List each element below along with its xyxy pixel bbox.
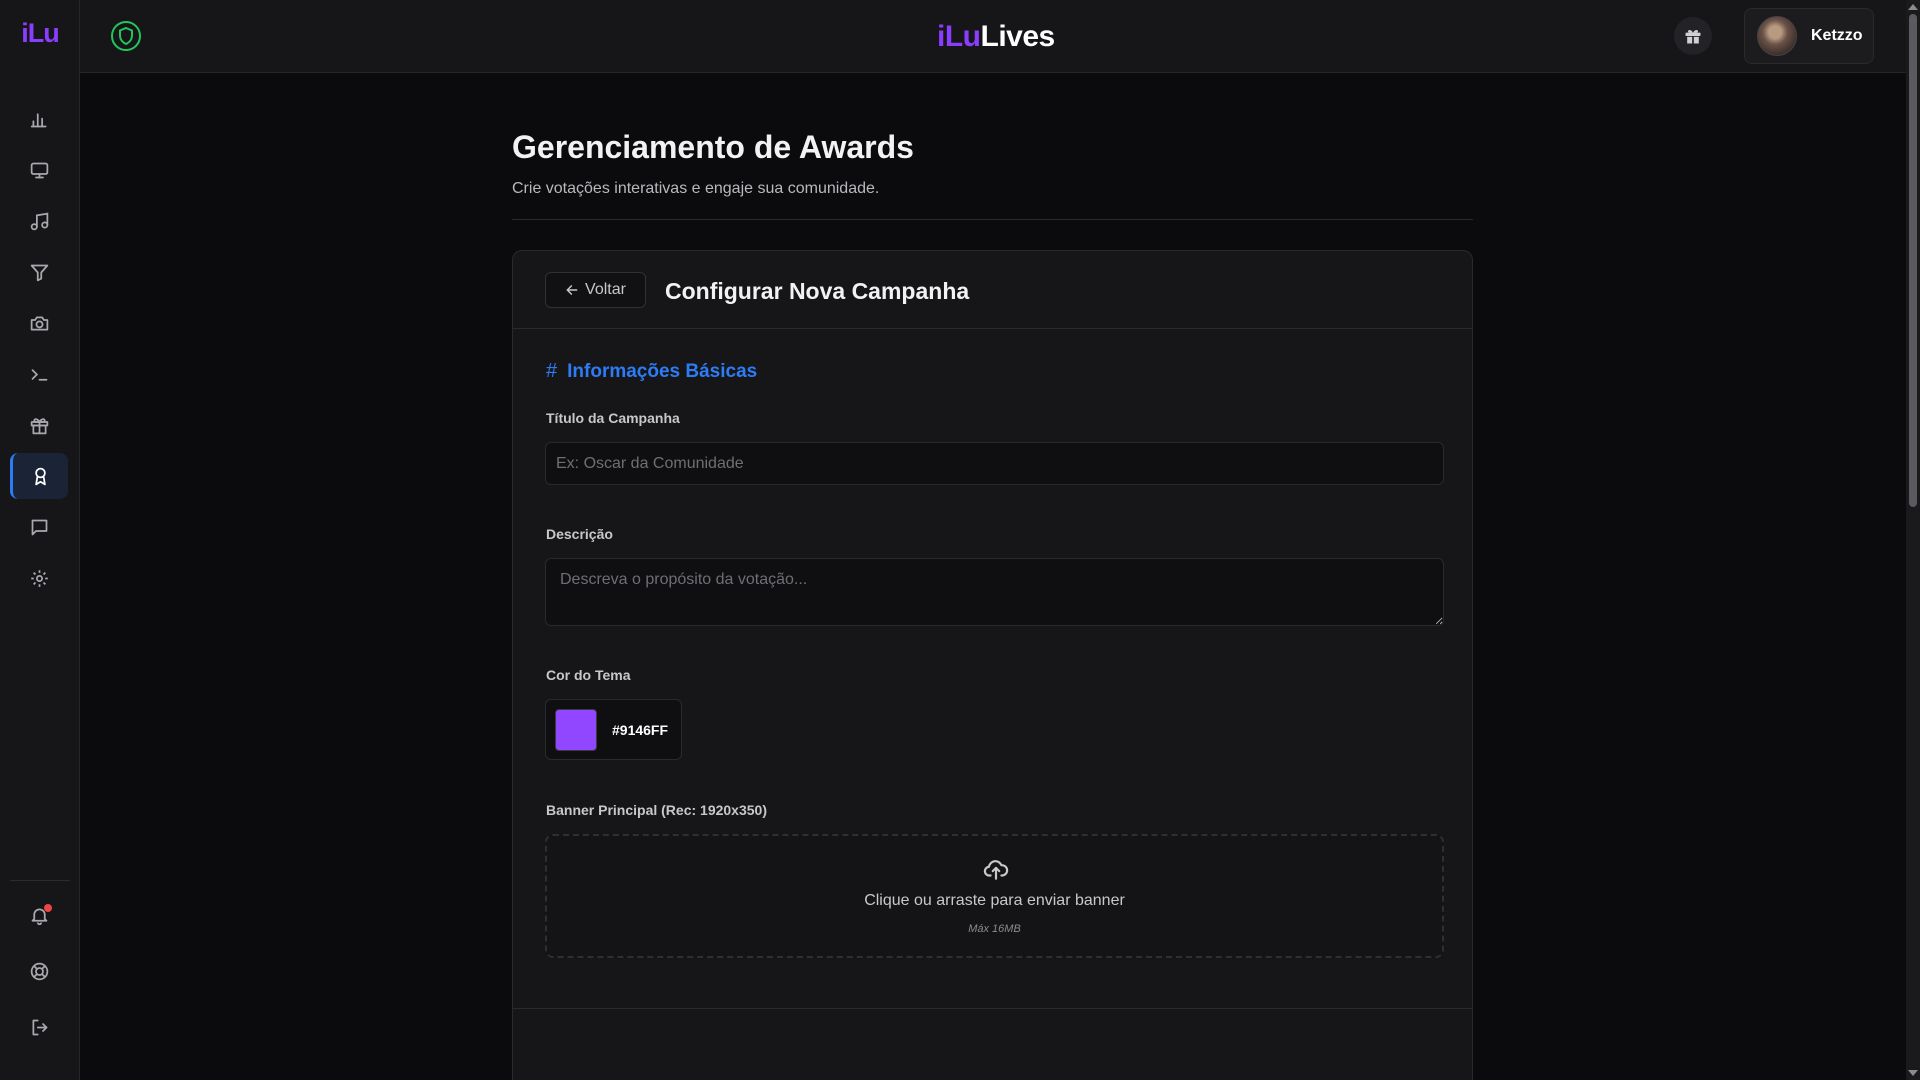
campaign-title-input[interactable]	[545, 442, 1444, 485]
theme-color-label: Cor do Tema	[546, 667, 631, 683]
sidebar-item-settings[interactable]	[10, 555, 68, 601]
sidebar-logo[interactable]: iLu	[0, 18, 80, 49]
sidebar-item-chat[interactable]	[10, 504, 68, 550]
sidebar-item-filters[interactable]	[10, 249, 68, 295]
bar-chart-icon	[30, 112, 46, 127]
sidebar-item-commands[interactable]	[10, 351, 68, 397]
card-footer-divider	[513, 1008, 1472, 1009]
award-icon	[35, 467, 46, 485]
sidebar-item-gifts[interactable]	[10, 402, 68, 448]
brand-logo-part1: iLu	[937, 20, 981, 53]
message-icon	[31, 519, 47, 535]
settings-icon	[30, 569, 48, 587]
sidebar-item-camera[interactable]	[10, 300, 68, 346]
sidebar-divider	[10, 880, 70, 881]
description-textarea[interactable]	[545, 558, 1444, 626]
gift-icon	[30, 417, 48, 434]
back-button[interactable]: Voltar	[545, 272, 646, 308]
back-button-label: Voltar	[585, 281, 626, 298]
rewards-button[interactable]	[1674, 17, 1712, 55]
brand-logo-part2: Lives	[980, 20, 1056, 53]
section-title: # Informações Básicas	[546, 360, 757, 383]
notification-badge	[44, 904, 52, 912]
card-header: Voltar Configurar Nova Campanha	[513, 251, 1472, 329]
shield-icon[interactable]	[110, 20, 142, 52]
sidebar-item-awards[interactable]	[10, 453, 68, 499]
page-scrollbar[interactable]	[1906, 0, 1920, 1080]
hash-icon: #	[546, 360, 558, 382]
upload-cloud-icon	[983, 860, 1009, 880]
logout-button[interactable]	[10, 1002, 68, 1052]
banner-dropzone[interactable]: Clique ou arraste para enviar banner Máx…	[545, 834, 1444, 958]
music-icon	[30, 212, 48, 230]
description-label: Descrição	[546, 526, 613, 542]
scrollbar-thumb[interactable]	[1909, 14, 1917, 507]
terminal-icon	[31, 368, 47, 381]
campaign-title-label: Título da Campanha	[546, 410, 680, 426]
color-swatch[interactable]	[555, 708, 597, 751]
page-subtitle: Crie votações interativas e engaje sua c…	[512, 180, 880, 197]
support-button[interactable]	[10, 946, 68, 996]
avatar	[1757, 16, 1797, 56]
logout-icon	[32, 1019, 47, 1035]
scroll-up-arrow[interactable]	[1908, 4, 1918, 10]
sidebar: iLu	[0, 0, 80, 1080]
section-title-label: Informações Básicas	[567, 360, 758, 382]
sidebar-item-dashboard[interactable]	[10, 96, 68, 142]
sidebar-item-overlays[interactable]	[10, 147, 68, 193]
gift-icon	[1685, 29, 1701, 44]
sidebar-bottom-nav	[10, 890, 70, 1058]
lifebuoy-icon	[30, 962, 48, 980]
sidebar-nav	[10, 96, 70, 606]
sidebar-item-music[interactable]	[10, 198, 68, 244]
notifications-button[interactable]	[10, 890, 68, 940]
color-hex-value: #9146FF	[612, 721, 669, 738]
banner-dropzone-text: Clique ou arraste para enviar banner	[864, 892, 1125, 909]
top-bar: iLuLives Ketzzo	[80, 0, 1906, 73]
theme-color-picker[interactable]: #9146FF	[545, 699, 682, 760]
camera-icon	[30, 316, 48, 330]
username: Ketzzo	[1811, 27, 1863, 44]
brand-logo[interactable]: iLuLives	[937, 20, 1055, 54]
filter-icon	[30, 264, 48, 281]
page-title: Gerenciamento de Awards	[512, 129, 914, 165]
user-menu[interactable]: Ketzzo	[1744, 8, 1874, 64]
campaign-form-card: Voltar Configurar Nova Campanha # Inform…	[512, 250, 1473, 1080]
title-divider	[512, 219, 1473, 220]
card-title: Configurar Nova Campanha	[665, 278, 970, 304]
banner-label: Banner Principal (Rec: 1920x350)	[546, 802, 767, 818]
monitor-icon	[30, 162, 48, 178]
scroll-down-arrow[interactable]	[1908, 1070, 1918, 1076]
arrow-left-icon	[566, 285, 578, 295]
banner-size-hint: Máx 16MB	[968, 923, 1021, 935]
